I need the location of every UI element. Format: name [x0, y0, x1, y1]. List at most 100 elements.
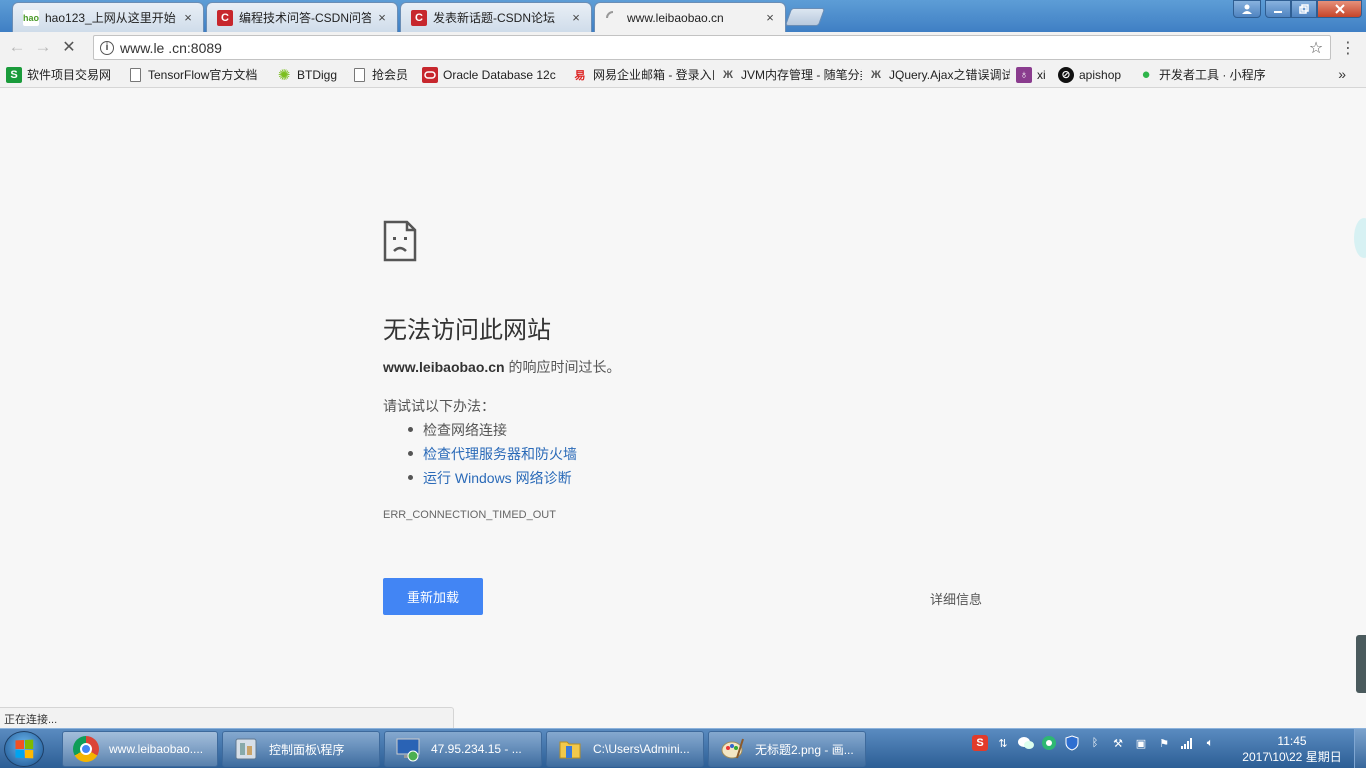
tab-title: 发表新话题-CSDN论坛 [433, 11, 555, 25]
tab-title: hao123_上网从这里开始 [45, 11, 176, 25]
csdn-icon: C [217, 9, 233, 26]
wechat-icon: ● [1141, 66, 1151, 83]
taskbar-label: C:\Users\Admini... [593, 742, 690, 756]
reload-button[interactable]: 重新加载 [383, 578, 483, 615]
bookmark-item[interactable]: Oracle Database 12c [416, 64, 566, 86]
chrome-menu-icon[interactable]: ⋮ [1340, 38, 1356, 58]
folder-icon [555, 735, 585, 763]
bookmark-item[interactable]: S 软件项目交易网 [0, 64, 122, 86]
address-bar[interactable]: i www.le .cn:8089 ☆ [93, 35, 1331, 60]
flag-tray-icon[interactable]: ⚑ [1156, 735, 1172, 751]
error-host: www.leibaobao.cn [383, 359, 505, 375]
jvm-icon: Ж [723, 68, 733, 81]
taskbar-item-explorer[interactable]: C:\Users\Admini... [546, 731, 704, 767]
clock-time: 11:45 [1277, 734, 1307, 748]
restore-icon[interactable] [1291, 0, 1317, 18]
bookmark-label: Oracle Database 12c [443, 67, 556, 82]
tab-close-icon[interactable]: × [763, 10, 777, 25]
new-tab-button[interactable] [784, 8, 826, 26]
browser-toolbar: ← → ✕ i www.le .cn:8089 ☆ ⋮ [0, 32, 1366, 62]
security-tray-icon[interactable] [1041, 735, 1057, 751]
control-panel-icon [231, 735, 261, 763]
profile-icon[interactable] [1233, 0, 1261, 18]
bookmark-item[interactable]: 易 网易企业邮箱 - 登录入口 [566, 64, 715, 86]
bookmark-item[interactable]: ⊘ apishop [1052, 64, 1132, 86]
suggestion-link[interactable]: 检查代理服务器和防火墙 [408, 444, 577, 468]
bookmark-item[interactable]: ✺ BTDigg [270, 64, 346, 86]
bookmark-item[interactable]: Ж JVM内存管理 - 随笔分类 [714, 64, 862, 86]
side-edge-decoration [1354, 218, 1366, 258]
hao123-icon: hao [23, 9, 39, 26]
bookmark-item[interactable]: ● 开发者工具 · 小程序 [1132, 64, 1272, 86]
sad-page-icon [383, 220, 417, 262]
bookmark-label: xi [1037, 67, 1046, 82]
error-title: 无法访问此网站 [383, 316, 551, 344]
tab-csdn-forum[interactable]: C 发表新话题-CSDN论坛 × [400, 2, 592, 32]
minimize-icon[interactable] [1265, 0, 1291, 18]
page-icon [354, 67, 365, 82]
start-button[interactable] [4, 731, 44, 767]
xi-icon: ♁ [1016, 66, 1032, 83]
tab-title: 编程技术问答-CSDN问答 [239, 11, 371, 25]
side-scroll-handle[interactable] [1356, 635, 1366, 693]
info-icon[interactable]: i [100, 40, 114, 55]
show-desktop-button[interactable] [1354, 729, 1366, 768]
more-bookmarks-icon[interactable]: » [1338, 66, 1346, 82]
taskbar-item-control-panel[interactable]: 控制面板\程序 [222, 731, 380, 767]
bookmark-star-icon[interactable]: ☆ [1302, 38, 1330, 58]
taskbar-item-chrome[interactable]: www.leibaobao.... [62, 731, 218, 767]
forward-button[interactable]: → [30, 34, 56, 60]
system-tray: S ⇅ ᛒ ⚒ ▣ ⚑ 🔈︎ [972, 735, 1218, 751]
bluetooth-icon[interactable]: ᛒ [1087, 735, 1103, 751]
error-code: ERR_CONNECTION_TIMED_OUT [383, 509, 556, 521]
url-text[interactable]: www.le .cn:8089 [120, 40, 1302, 56]
tab-title: www.leibaobao.cn [627, 10, 724, 25]
bookmark-label: TensorFlow官方文档 [148, 68, 258, 82]
tab-close-icon[interactable]: × [181, 10, 195, 25]
tools-tray-icon[interactable]: ⚒ [1110, 735, 1126, 751]
bookmark-item[interactable]: ♁ xi [1010, 64, 1052, 86]
bookmark-label: apishop [1079, 67, 1122, 82]
shield-icon[interactable] [1064, 735, 1080, 751]
suggestion-item: 检查网络连接 [408, 420, 577, 444]
oracle-icon [422, 66, 438, 83]
csdn-icon: C [411, 9, 427, 26]
tab-leibaobao[interactable]: www.leibaobao.cn × [594, 2, 786, 32]
signal-icon[interactable] [1179, 735, 1195, 751]
tab-hao123[interactable]: hao hao123_上网从这里开始 × [12, 2, 204, 32]
network-notify-icon[interactable]: ⇅ [995, 735, 1011, 751]
status-bubble: 正在连接... [0, 707, 454, 728]
error-description: www.leibaobao.cn 的响应时间过长。 [383, 357, 621, 377]
bookmark-item[interactable]: 抢会员 [346, 64, 416, 86]
suggestion-link[interactable]: 运行 Windows 网络诊断 [408, 468, 577, 492]
bookmark-label: BTDigg [297, 67, 338, 82]
chrome-icon [71, 735, 101, 763]
jquery-icon: Ж [871, 68, 881, 81]
details-button[interactable]: 详细信息 [930, 589, 982, 608]
s-icon: S [6, 66, 22, 83]
bookmark-item[interactable]: Ж JQuery.Ajax之错误调试 [862, 64, 1010, 86]
bookmarks-bar: S 软件项目交易网 TensorFlow官方文档 ✺ BTDigg 抢会员 Or… [0, 62, 1366, 88]
close-window-icon[interactable] [1317, 0, 1362, 18]
volume-icon[interactable]: 🔈︎ [1202, 735, 1218, 751]
stop-button[interactable]: ✕ [56, 34, 82, 60]
bookmark-item[interactable]: TensorFlow官方文档 [122, 64, 270, 86]
tab-csdn-ask[interactable]: C 编程技术问答-CSDN问答 × [206, 2, 398, 32]
taskbar-label: 47.95.234.15 - ... [431, 742, 522, 756]
error-icon-area [383, 220, 983, 262]
btdigg-icon: ✺ [277, 66, 291, 84]
loading-spinner-icon [605, 10, 621, 26]
suggestions-heading: 请试试以下办法： [383, 398, 495, 414]
tab-close-icon[interactable]: × [375, 10, 389, 25]
bookmark-label: 开发者工具 · 小程序 [1159, 68, 1266, 82]
taskbar-item-remote-desktop[interactable]: 47.95.234.15 - ... [384, 731, 542, 767]
apishop-icon: ⊘ [1058, 66, 1074, 83]
display-tray-icon[interactable]: ▣ [1133, 735, 1149, 751]
back-button[interactable]: ← [4, 34, 30, 60]
tab-close-icon[interactable]: × [569, 10, 583, 25]
paint-icon [717, 735, 747, 763]
wechat-tray-icon[interactable] [1018, 735, 1034, 751]
clock[interactable]: 11:45 2017\10\22 星期日 [1238, 733, 1346, 765]
taskbar-item-paint[interactable]: 无标题2.png - 画... [708, 731, 866, 767]
sogou-ime-icon[interactable]: S [972, 735, 988, 751]
